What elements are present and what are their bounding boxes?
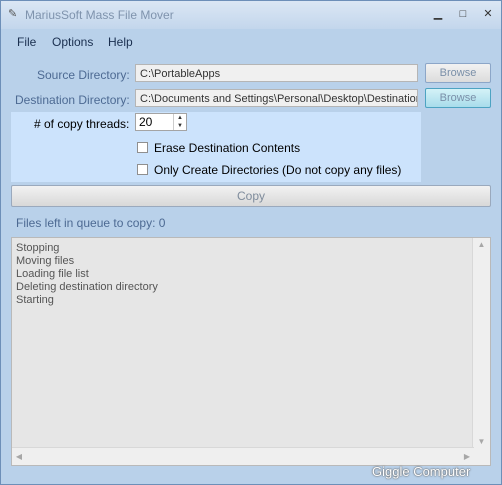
scroll-left-icon[interactable]: ◀ — [12, 448, 26, 465]
horizontal-scrollbar[interactable]: ◀ ▶ — [12, 447, 474, 465]
log-line: Moving files — [16, 255, 75, 267]
only-create-directories-label: Only Create Directories (Do not copy any… — [154, 163, 402, 177]
minimize-button[interactable]: ▁ — [427, 6, 449, 22]
scrollbar-corner — [473, 448, 490, 465]
chevron-up-icon[interactable]: ▲ — [174, 114, 186, 122]
erase-destination-checkbox[interactable] — [137, 142, 148, 153]
log-line: Deleting destination directory — [16, 281, 158, 293]
copy-threads-value: 20 — [139, 115, 153, 129]
queue-count: 0 — [158, 216, 166, 230]
menu-file[interactable]: File — [17, 35, 36, 49]
only-create-directories-checkbox[interactable] — [137, 164, 148, 175]
queue-label: Files left in queue to copy: — [16, 216, 156, 230]
menu-bar: File Options Help — [1, 30, 501, 52]
scroll-down-icon[interactable]: ▼ — [473, 435, 490, 449]
destination-browse-button[interactable]: Browse — [425, 88, 491, 108]
title-bar[interactable]: ✎ MariusSoft Mass File Mover ▁ □ ✕ — [1, 1, 501, 29]
source-directory-label: Source Directory: — [37, 68, 130, 82]
log-line: Starting — [16, 294, 54, 306]
main-window: ✎ MariusSoft Mass File Mover ▁ □ ✕ File … — [0, 0, 502, 485]
copy-threads-stepper[interactable]: 20 ▲ ▼ — [135, 113, 187, 131]
source-browse-button[interactable]: Browse — [425, 63, 491, 83]
window-title: MariusSoft Mass File Mover — [25, 8, 174, 22]
destination-directory-input[interactable]: C:\Documents and Settings\Personal\Deskt… — [135, 89, 418, 107]
close-button[interactable]: ✕ — [477, 6, 499, 22]
copy-button[interactable]: Copy — [11, 185, 491, 207]
scroll-right-icon[interactable]: ▶ — [460, 448, 474, 465]
vertical-scrollbar[interactable]: ▲ ▼ — [472, 238, 490, 449]
maximize-button[interactable]: □ — [452, 6, 474, 22]
stepper-arrows[interactable]: ▲ ▼ — [173, 114, 186, 130]
scroll-up-icon[interactable]: ▲ — [473, 238, 490, 252]
log-line: Loading file list — [16, 268, 89, 280]
log-line: Stopping — [16, 242, 60, 254]
source-directory-input[interactable]: C:\PortableApps — [135, 64, 418, 82]
menu-help[interactable]: Help — [108, 35, 133, 49]
log-textbox[interactable]: Stopping Moving files Loading file list … — [11, 237, 491, 466]
chevron-down-icon[interactable]: ▼ — [174, 122, 186, 130]
queue-status: Files left in queue to copy: 0 — [16, 216, 165, 230]
destination-directory-label: Destination Directory: — [15, 93, 130, 107]
menu-options[interactable]: Options — [52, 35, 93, 49]
watermark-text: Giggle Computer — [372, 464, 471, 479]
erase-destination-label: Erase Destination Contents — [154, 141, 301, 155]
wrench-icon: ✎ — [8, 8, 18, 20]
copy-threads-label: # of copy threads: — [34, 117, 130, 131]
